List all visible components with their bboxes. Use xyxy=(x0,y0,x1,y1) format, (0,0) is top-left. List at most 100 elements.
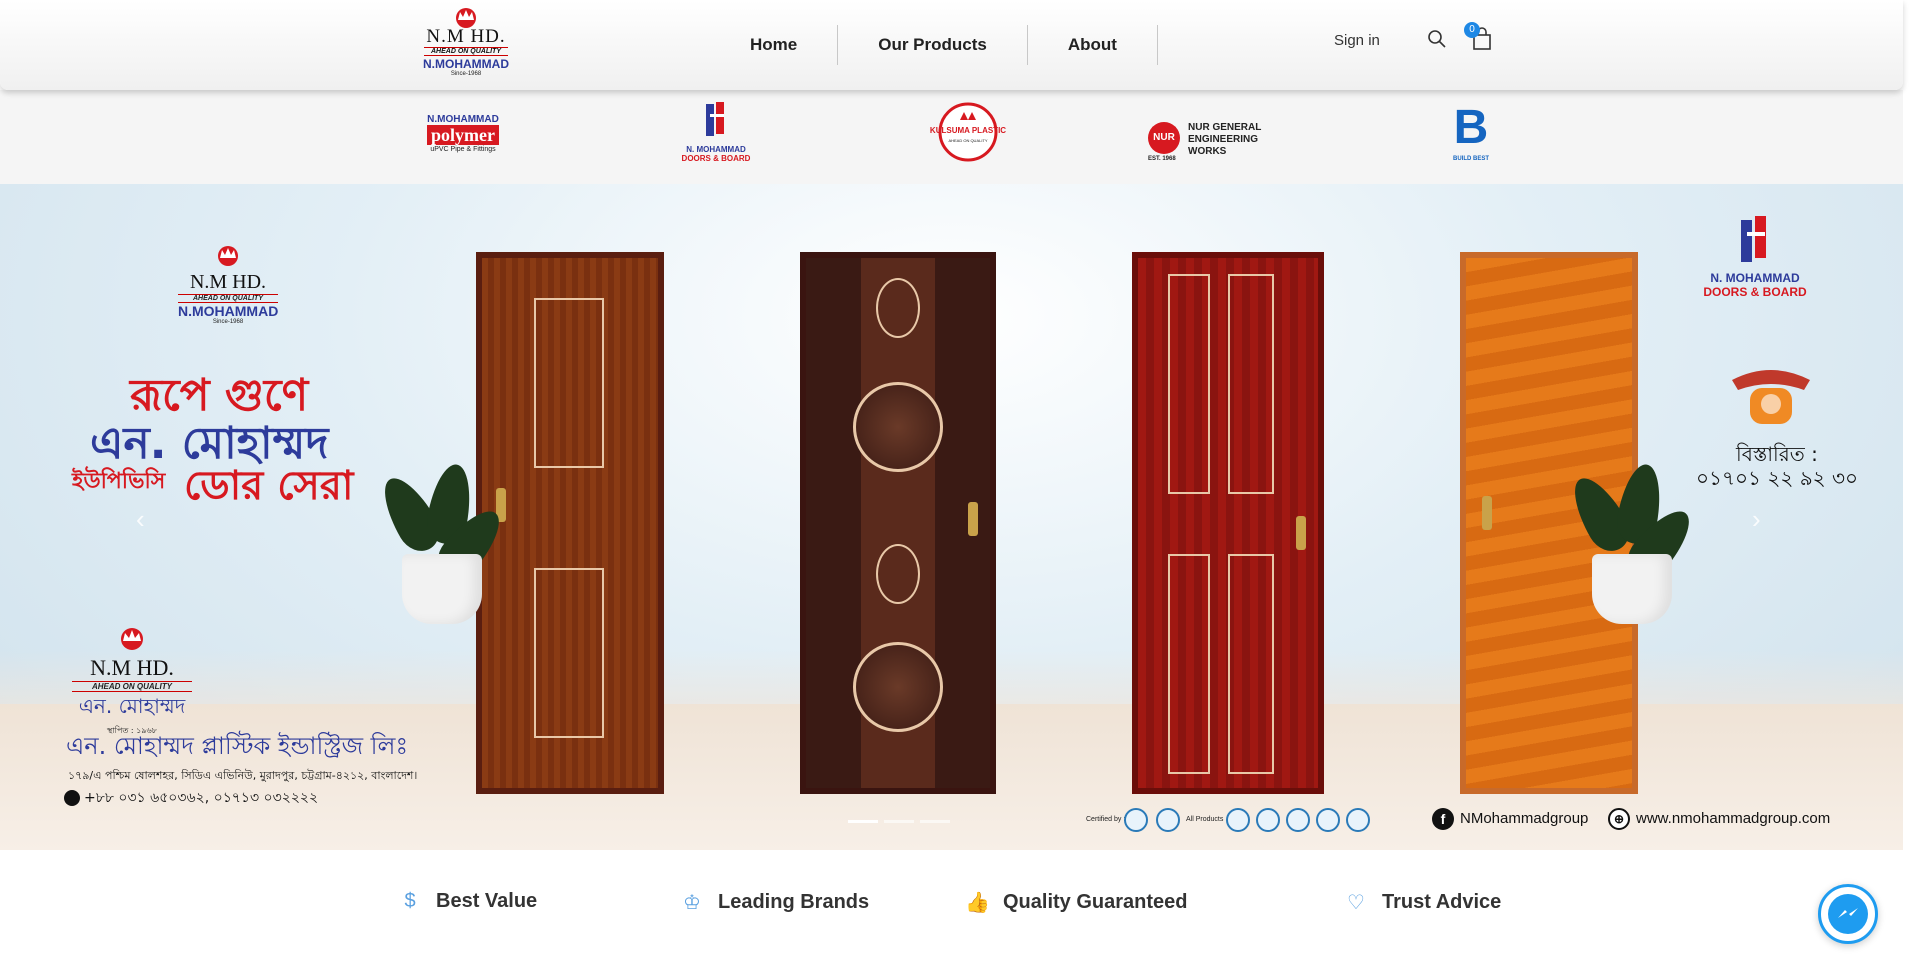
nav-divider xyxy=(1156,25,1158,65)
nav-our-products[interactable]: Our Products xyxy=(838,24,1027,66)
door-medallion xyxy=(853,382,943,472)
feature-quality-guaranteed: 👍 Quality Guaranteed xyxy=(965,890,1188,915)
hero-logo: N.M HD. AHEAD ON QUALITY N.MOHAMMAD Sinc… xyxy=(178,244,278,325)
facebook-link[interactable]: f NMohammadgroup xyxy=(1432,808,1588,830)
company-address: ১৭৯/এ পশ্চিম ষোলশহর, সিডিএ এভিনিউ, মুরাদ… xyxy=(68,769,418,782)
brand-doors-board[interactable]: N. MOHAMMAD DOORS & BOARD xyxy=(676,100,756,172)
doors-logo-icon xyxy=(1741,216,1766,262)
door-image-3 xyxy=(1132,252,1324,794)
plant-pot xyxy=(402,554,482,624)
plant-pot xyxy=(1592,554,1672,624)
brand-kulsuma-plastic[interactable]: KULSUMA PLASTIC AHEAD ON QUALITY xyxy=(920,100,1016,172)
facebook-icon: f xyxy=(1432,808,1454,830)
company-name: এন. মোহাম্মদ প্লাস্টিক ইন্ডাস্ট্রিজ লিঃ xyxy=(66,732,409,760)
door-panel xyxy=(1228,274,1274,494)
brand-kulsuma-line2: AHEAD ON QUALITY xyxy=(948,138,988,143)
sign-in-link[interactable]: Sign in xyxy=(1334,32,1380,49)
build-best-logo-icon: B xyxy=(1453,101,1489,154)
door-handle xyxy=(1482,496,1492,530)
certification-badge-icon xyxy=(1156,808,1180,832)
contact-number: ০১৭০১ ২২ ৯২ ৩০ xyxy=(1696,466,1859,490)
door-panel xyxy=(534,568,604,738)
company-phone-number: +৮৮ ০৩১ ৬৫০৩৬২, ০১৭১৩ ০৩২২২২ xyxy=(84,790,319,806)
door-panel xyxy=(1168,274,1210,494)
certified-label: Certified by : xyxy=(1086,816,1126,823)
certification-badge-icon xyxy=(1226,808,1250,832)
company-logo-tagline: AHEAD ON QUALITY xyxy=(72,681,192,692)
phone-icon xyxy=(64,790,80,806)
logo-mark: N.M HD. xyxy=(426,26,506,47)
carousel-dot[interactable] xyxy=(848,820,878,823)
features-bar: $ Best Value ♔ Leading Brands 👍 Quality … xyxy=(0,850,1903,965)
hero-headline-line3b: ডোর সেরা xyxy=(184,463,354,509)
company-logo-mark: N.M HD. xyxy=(90,655,174,680)
telephone-icon xyxy=(1728,364,1814,428)
website-link[interactable]: ⊕ www.nmohammadgroup.com xyxy=(1608,808,1830,830)
brand-strip: N.MOHAMMAD polymer uPVC Pipe & Fittings … xyxy=(0,90,1903,184)
certification-badge-icon xyxy=(1316,808,1340,832)
nav-about[interactable]: About xyxy=(1028,24,1157,66)
door-handle xyxy=(968,502,978,536)
company-phone: +৮৮ ০৩১ ৬৫০৩৬২, ০১৭১৩ ০৩২২২২ xyxy=(64,786,318,810)
brand-nur-line1: NUR GENERAL xyxy=(1188,122,1262,133)
plant-decoration xyxy=(1562,461,1702,624)
door-panel xyxy=(876,278,920,338)
feature-leading-brands: ♔ Leading Brands xyxy=(680,890,869,915)
feature-label: Trust Advice xyxy=(1382,891,1502,913)
brand-doors-line2: DOORS & BOARD xyxy=(681,154,751,163)
brand-build-best[interactable]: B BUILD BEST xyxy=(1446,100,1496,172)
feature-trust-advice: ♡ Trust Advice xyxy=(1344,890,1501,915)
brand-polymer-line2: polymer xyxy=(427,125,499,145)
carousel-prev-icon[interactable]: ‹ xyxy=(136,504,145,535)
hero-logo-tagline: AHEAD ON QUALITY xyxy=(178,294,278,303)
facebook-handle: NMohammadgroup xyxy=(1460,809,1589,827)
door-panel xyxy=(1168,554,1210,774)
carousel-indicators xyxy=(848,820,950,823)
crown-logo-icon xyxy=(121,628,143,650)
hero-headline-line3a: ইউপিভিসি xyxy=(72,469,166,494)
hero-doors-line1: N. MOHAMMAD xyxy=(1710,271,1800,285)
door-panel xyxy=(1228,554,1274,774)
logo-name: N.MOHAMMAD xyxy=(423,57,509,71)
carousel-next-icon[interactable]: › xyxy=(1752,504,1761,535)
door-image-1 xyxy=(476,252,664,794)
doors-logo-icon xyxy=(706,102,724,136)
globe-icon: ⊕ xyxy=(1608,808,1630,830)
certification-badge-icon xyxy=(1124,808,1148,832)
cart-count-badge: 0 xyxy=(1464,22,1480,38)
door-image-2 xyxy=(800,252,996,794)
all-products-label: All Products xyxy=(1186,816,1224,823)
logo-tagline: AHEAD ON QUALITY xyxy=(424,47,508,56)
cart-icon[interactable]: 0 xyxy=(1464,22,1494,52)
carousel-dot[interactable] xyxy=(884,820,914,823)
logo-since: Since-1968 xyxy=(450,71,482,77)
messenger-chat-button[interactable] xyxy=(1818,884,1878,944)
hero-logo-mark: N.M HD. xyxy=(189,271,267,293)
search-icon[interactable] xyxy=(1427,29,1447,49)
brand-polymer-line1: N.MOHAMMAD xyxy=(427,114,499,125)
brand-polymer[interactable]: N.MOHAMMAD polymer uPVC Pipe & Fittings xyxy=(418,100,508,172)
door-panel xyxy=(534,298,604,468)
site-logo[interactable]: N.M HD. AHEAD ON QUALITY N.MOHAMMAD Sinc… xyxy=(412,6,520,84)
hero-doors-line2: DOORS & BOARD xyxy=(1703,285,1807,299)
door-medallion xyxy=(853,642,943,732)
brand-nur-engineering[interactable]: NUR NUR GENERAL ENGINEERING WORKS EST. 1… xyxy=(1148,100,1278,172)
nav-home[interactable]: Home xyxy=(710,24,837,66)
dollar-icon: $ xyxy=(404,890,416,912)
door-handle xyxy=(1296,516,1306,550)
carousel-dot[interactable] xyxy=(920,820,950,823)
door-panel xyxy=(876,544,920,604)
feature-best-value: $ Best Value xyxy=(398,890,537,913)
brand-build-best-label: BUILD BEST xyxy=(1453,156,1489,162)
plant-decoration xyxy=(372,461,512,624)
hero-logo-since: Since-1968 xyxy=(212,319,244,325)
feature-label: Leading Brands xyxy=(718,891,870,913)
crown-logo-icon xyxy=(218,246,238,266)
hero-carousel[interactable]: N.M HD. AHEAD ON QUALITY N.MOHAMMAD Sinc… xyxy=(0,184,1903,850)
brand-nur-text: NUR GENERAL ENGINEERING WORKS xyxy=(1188,122,1261,158)
certification-badge-icon xyxy=(1346,808,1370,832)
company-logo-name: এন. মোহাম্মদ xyxy=(78,694,186,718)
brand-nur-est: EST. 1968 xyxy=(1148,156,1176,162)
crown-icon: ♔ xyxy=(683,892,701,914)
crown-logo-icon xyxy=(446,6,486,28)
